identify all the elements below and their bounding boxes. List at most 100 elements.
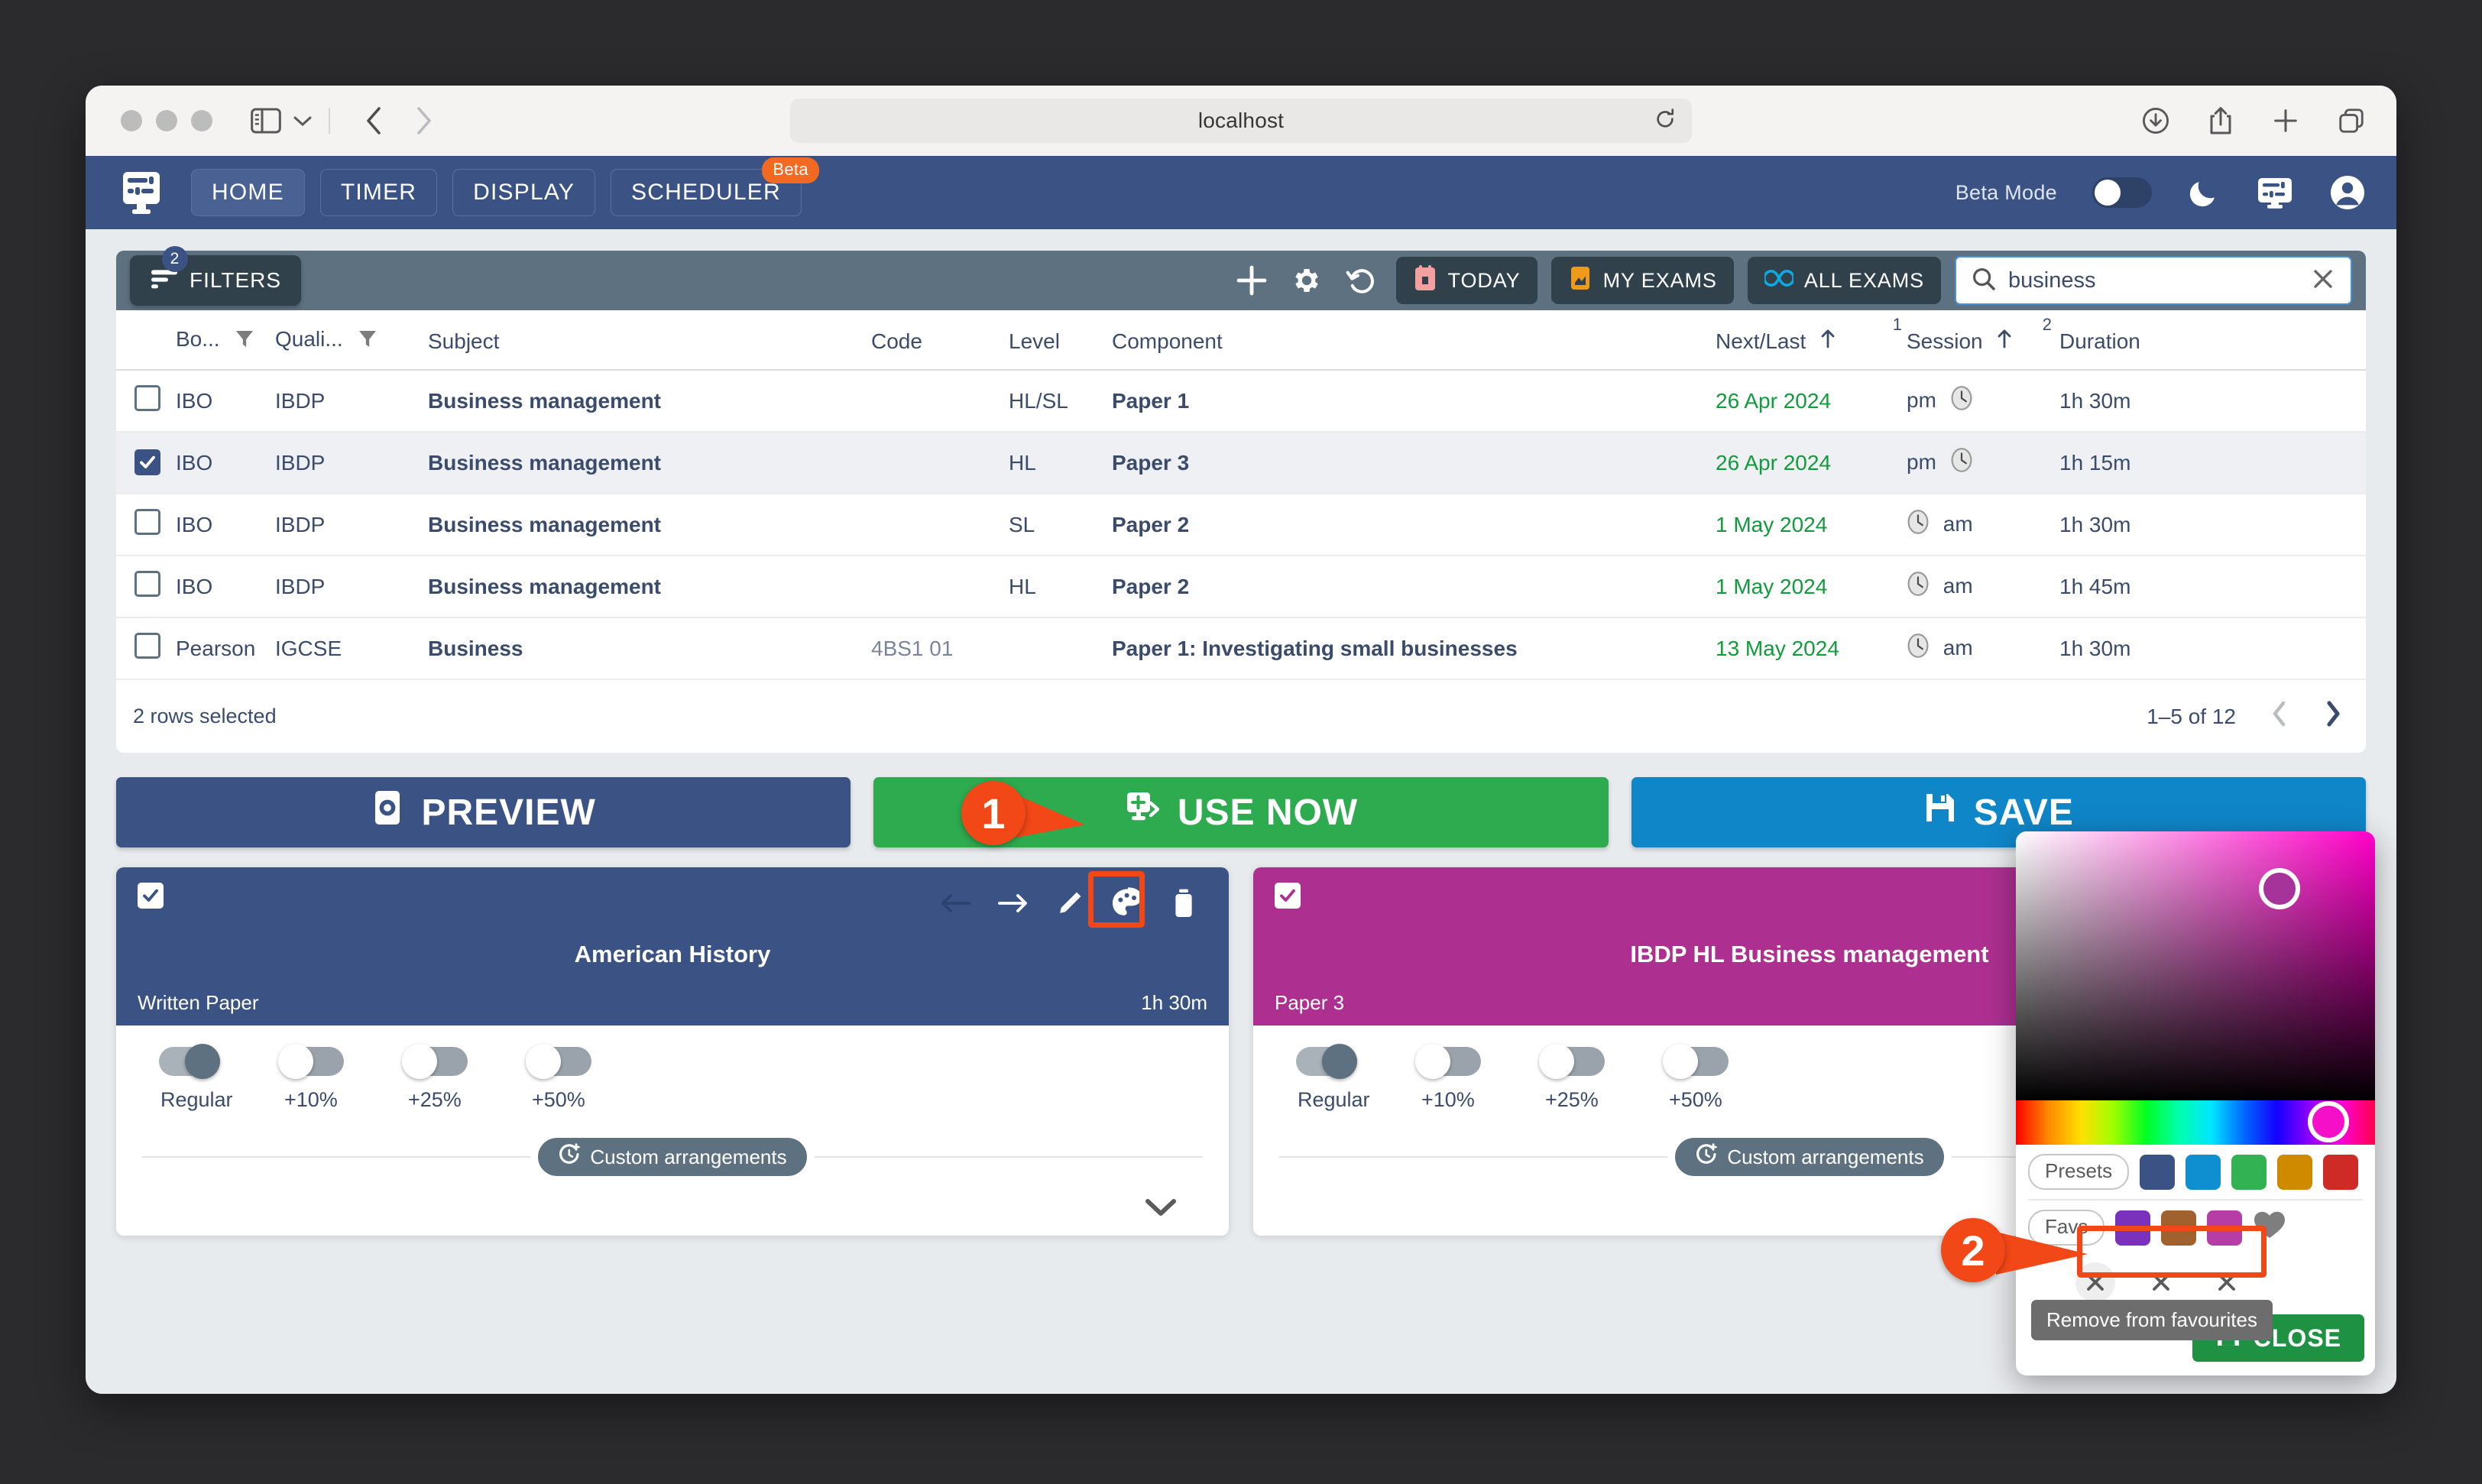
arrow-left-icon[interactable] bbox=[940, 892, 970, 919]
tab-timer[interactable]: TIMER bbox=[319, 169, 438, 216]
toggle-25[interactable] bbox=[1539, 1044, 1605, 1079]
toggle-50[interactable] bbox=[1663, 1044, 1729, 1079]
preset-swatch-5[interactable] bbox=[2323, 1154, 2359, 1190]
th-session[interactable]: Session 2 bbox=[1907, 310, 2059, 371]
display-settings-icon[interactable] bbox=[2256, 176, 2294, 209]
toggle-regular-label: Regular bbox=[1298, 1088, 1370, 1111]
add-icon[interactable] bbox=[1231, 260, 1272, 301]
row-checkbox[interactable] bbox=[134, 385, 160, 411]
table-row[interactable]: Pearson IGCSE Business 4BS1 01 Paper 1: … bbox=[116, 617, 2366, 680]
th-level[interactable]: Level bbox=[1009, 310, 1112, 371]
hue-slider[interactable] bbox=[2016, 1100, 2375, 1145]
filters-button[interactable]: FILTERS 2 bbox=[130, 246, 302, 306]
saturation-area[interactable] bbox=[2016, 831, 2375, 1100]
row-select-cell[interactable] bbox=[116, 370, 176, 433]
custom-arrangements-button[interactable]: Custom arrangements bbox=[538, 1138, 807, 1176]
th-duration[interactable]: Duration bbox=[2059, 310, 2366, 371]
table-footer: 2 rows selected 1–5 of 12 bbox=[116, 680, 2366, 753]
tab-overview-icon[interactable] bbox=[2337, 106, 2366, 135]
preset-swatch-4[interactable] bbox=[2277, 1154, 2313, 1190]
tab-display[interactable]: DISPLAY bbox=[452, 169, 596, 216]
table-row[interactable]: IBO IBDP Business management SL Paper 2 … bbox=[116, 494, 2366, 556]
table-row[interactable]: IBO IBDP Business management HL Paper 2 … bbox=[116, 556, 2366, 618]
preset-swatch-1[interactable] bbox=[2140, 1154, 2176, 1190]
close-window-button[interactable] bbox=[121, 110, 142, 131]
all-exams-chip[interactable]: ALL EXAMS bbox=[1747, 257, 1941, 304]
arrow-right-icon[interactable] bbox=[998, 892, 1029, 919]
account-icon[interactable] bbox=[2329, 174, 2366, 211]
search-box[interactable] bbox=[1955, 256, 2352, 305]
custom-time-icon bbox=[558, 1142, 581, 1171]
card-checkbox[interactable] bbox=[138, 883, 164, 909]
maximize-window-button[interactable] bbox=[191, 110, 212, 131]
beta-mode-toggle[interactable] bbox=[2092, 177, 2152, 208]
tab-scheduler[interactable]: SCHEDULER Beta bbox=[611, 157, 819, 216]
th-code-label: Code bbox=[871, 329, 922, 353]
toggle-10[interactable] bbox=[1415, 1044, 1481, 1079]
toggle-10[interactable] bbox=[278, 1044, 344, 1079]
table-row[interactable]: IBO IBDP Business management HL/SL Paper… bbox=[116, 370, 2366, 433]
window-traffic-lights[interactable] bbox=[121, 110, 212, 131]
th-next-last-label: Next/Last bbox=[1716, 329, 1806, 353]
my-exams-chip[interactable]: MY EXAMS bbox=[1550, 257, 1734, 304]
row-select-cell[interactable] bbox=[116, 432, 176, 494]
row-select-cell[interactable] bbox=[116, 617, 176, 680]
clear-search-icon[interactable] bbox=[2311, 267, 2335, 295]
th-subject[interactable]: Subject bbox=[428, 310, 871, 371]
toggle-50[interactable] bbox=[526, 1044, 591, 1079]
row-select-cell[interactable] bbox=[116, 556, 176, 618]
board-filter-icon[interactable] bbox=[235, 329, 254, 354]
row-checkbox[interactable] bbox=[134, 571, 160, 597]
expand-card-chevron-icon[interactable] bbox=[1145, 1197, 1177, 1222]
card-checkbox[interactable] bbox=[1275, 883, 1301, 909]
chevron-down-icon[interactable] bbox=[293, 115, 312, 127]
th-code[interactable]: Code bbox=[871, 310, 1009, 371]
new-tab-icon[interactable] bbox=[2271, 106, 2300, 135]
preset-swatch-2[interactable] bbox=[2186, 1154, 2221, 1190]
toggle-regular[interactable] bbox=[1296, 1044, 1357, 1079]
next-page-icon[interactable] bbox=[2323, 698, 2343, 734]
row-checkbox[interactable] bbox=[134, 449, 160, 475]
th-board[interactable]: Bo... bbox=[176, 310, 275, 371]
presets-label[interactable]: Presets bbox=[2028, 1154, 2130, 1190]
edit-pencil-icon[interactable] bbox=[1056, 889, 1084, 921]
hue-handle[interactable] bbox=[2308, 1101, 2349, 1142]
app-logo-icon[interactable] bbox=[116, 167, 167, 218]
today-chip[interactable]: TODAY bbox=[1395, 257, 1537, 304]
row-checkbox[interactable] bbox=[134, 633, 160, 659]
reset-icon[interactable] bbox=[1341, 260, 1382, 301]
delete-trash-icon[interactable] bbox=[1172, 888, 1195, 922]
prev-page-icon[interactable] bbox=[2270, 698, 2289, 734]
back-icon[interactable] bbox=[364, 105, 384, 136]
divider-right bbox=[814, 1156, 1204, 1158]
palette-icon-highlight bbox=[1088, 871, 1145, 928]
cell-board: IBO bbox=[176, 556, 275, 618]
row-checkbox[interactable] bbox=[134, 509, 160, 535]
preview-button[interactable]: PREVIEW bbox=[116, 777, 851, 847]
search-input[interactable] bbox=[2008, 267, 2299, 293]
browser-chrome: localhost bbox=[86, 86, 2396, 156]
custom-arrangements-button[interactable]: Custom arrangements bbox=[1675, 1138, 1944, 1176]
sidebar-icon[interactable] bbox=[251, 108, 281, 134]
th-qualification[interactable]: Quali... bbox=[275, 310, 428, 371]
tab-home[interactable]: HOME bbox=[191, 169, 305, 216]
qualification-filter-icon[interactable] bbox=[358, 329, 377, 354]
saturation-handle[interactable] bbox=[2259, 868, 2300, 909]
th-next-last[interactable]: Next/Last 1 bbox=[1716, 310, 1907, 371]
share-icon[interactable] bbox=[2207, 105, 2234, 136]
session-label: pm bbox=[1907, 450, 1936, 474]
minimize-window-button[interactable] bbox=[156, 110, 177, 131]
address-bar[interactable]: localhost bbox=[790, 99, 1692, 143]
settings-gear-icon[interactable] bbox=[1286, 260, 1327, 301]
toggle-regular[interactable] bbox=[159, 1044, 220, 1079]
row-select-cell[interactable] bbox=[116, 494, 176, 556]
table-row[interactable]: IBO IBDP Business management HL Paper 3 … bbox=[116, 432, 2366, 494]
dark-mode-icon[interactable] bbox=[2187, 176, 2221, 209]
th-component[interactable]: Component bbox=[1112, 310, 1716, 371]
forward-icon[interactable] bbox=[414, 105, 434, 136]
toggle-25[interactable] bbox=[402, 1044, 468, 1079]
preset-swatch-3[interactable] bbox=[2231, 1154, 2267, 1190]
downloads-icon[interactable] bbox=[2141, 106, 2170, 135]
reload-icon[interactable] bbox=[1654, 108, 1677, 134]
card-paper-type: Paper 3 bbox=[1275, 991, 1345, 1014]
